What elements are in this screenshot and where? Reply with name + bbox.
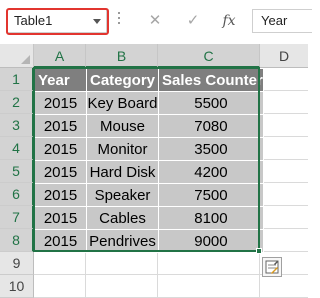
cell-category[interactable]: Key Board bbox=[86, 91, 159, 115]
column-header-d[interactable]: D bbox=[260, 44, 308, 68]
cell-category[interactable]: Mouse bbox=[86, 114, 159, 138]
cell-sales-counter[interactable]: 7500 bbox=[158, 183, 264, 207]
header-cell-category[interactable]: Category bbox=[86, 68, 159, 92]
table-row: 2015 Monitor 3500 bbox=[34, 137, 264, 161]
cell-sales-counter[interactable]: 5500 bbox=[158, 91, 264, 115]
table-row: 2015 Hard Disk 4200 bbox=[34, 160, 264, 184]
formula-input[interactable]: Year bbox=[252, 9, 312, 33]
select-all-triangle-icon bbox=[21, 55, 30, 64]
table-row: 2015 Key Board 5500 bbox=[34, 91, 264, 115]
cell-year[interactable]: 2015 bbox=[34, 137, 87, 161]
column-header-b[interactable]: B bbox=[86, 44, 158, 68]
header-cell-year[interactable]: Year bbox=[34, 68, 87, 92]
cell-year[interactable]: 2015 bbox=[34, 229, 87, 253]
table-row: 2015 Speaker 7500 bbox=[34, 183, 264, 207]
cell-sales-counter[interactable]: 8100 bbox=[158, 206, 264, 230]
row-header-9[interactable]: 9 bbox=[0, 252, 34, 275]
cell-sales-counter[interactable]: 3500 bbox=[158, 137, 264, 161]
cell-year[interactable]: 2015 bbox=[34, 114, 87, 138]
cell-category[interactable]: Hard Disk bbox=[86, 160, 159, 184]
insert-function-icon[interactable]: fx bbox=[219, 11, 239, 31]
row-header-5[interactable]: 5 bbox=[0, 160, 34, 183]
table-row: 2015 Mouse 7080 bbox=[34, 114, 264, 138]
cell-sales-counter[interactable]: 4200 bbox=[158, 160, 264, 184]
table-row: 2015 Cables 8100 bbox=[34, 206, 264, 230]
cell-category[interactable]: Speaker bbox=[86, 183, 159, 207]
cell-category[interactable]: Cables bbox=[86, 206, 159, 230]
formula-bar: Table1 ✕ ✓ fx Year bbox=[0, 0, 312, 44]
cell-category[interactable]: Monitor bbox=[86, 137, 159, 161]
select-all-button[interactable] bbox=[0, 44, 34, 68]
row-header-7[interactable]: 7 bbox=[0, 206, 34, 229]
column-header-a[interactable]: A bbox=[34, 44, 86, 68]
row-header-4[interactable]: 4 bbox=[0, 137, 34, 160]
cell-sales-counter[interactable]: 7080 bbox=[158, 114, 264, 138]
row-header-10[interactable]: 10 bbox=[0, 275, 34, 298]
cell-category[interactable]: Pendrives bbox=[86, 229, 159, 253]
cell-year[interactable]: 2015 bbox=[34, 91, 87, 115]
row-header-1[interactable]: 1 bbox=[0, 68, 34, 91]
quick-analysis-button[interactable] bbox=[262, 257, 282, 277]
table-row: 2015 Pendrives 9000 bbox=[34, 229, 264, 253]
formula-value: Year bbox=[261, 13, 288, 28]
worksheet-grid[interactable]: A B C D 1 2 3 4 5 6 7 8 9 10 Year Catego… bbox=[0, 44, 308, 298]
enter-icon[interactable]: ✓ bbox=[183, 11, 203, 31]
excel-table: Year Category Sales Counter 2015 Key Boa… bbox=[34, 68, 264, 253]
chevron-down-icon[interactable] bbox=[93, 19, 101, 24]
row-header-2[interactable]: 2 bbox=[0, 91, 34, 114]
formula-bar-grip[interactable] bbox=[118, 12, 120, 30]
table-header-row: Year Category Sales Counter bbox=[34, 68, 264, 92]
column-header-c[interactable]: C bbox=[158, 44, 260, 68]
row-header-8[interactable]: 8 bbox=[0, 229, 34, 252]
cell-year[interactable]: 2015 bbox=[34, 206, 87, 230]
fill-handle[interactable] bbox=[256, 248, 262, 254]
row-header-3[interactable]: 3 bbox=[0, 114, 34, 137]
row-header-6[interactable]: 6 bbox=[0, 183, 34, 206]
name-box[interactable]: Table1 bbox=[7, 9, 107, 33]
cancel-icon[interactable]: ✕ bbox=[145, 11, 165, 31]
name-box-value: Table1 bbox=[14, 13, 53, 28]
header-cell-sales-counter[interactable]: Sales Counter bbox=[158, 68, 264, 92]
cell-sales-counter[interactable]: 9000 bbox=[158, 229, 264, 253]
cell-year[interactable]: 2015 bbox=[34, 160, 87, 184]
quick-analysis-icon bbox=[265, 260, 279, 274]
cell-year[interactable]: 2015 bbox=[34, 183, 87, 207]
